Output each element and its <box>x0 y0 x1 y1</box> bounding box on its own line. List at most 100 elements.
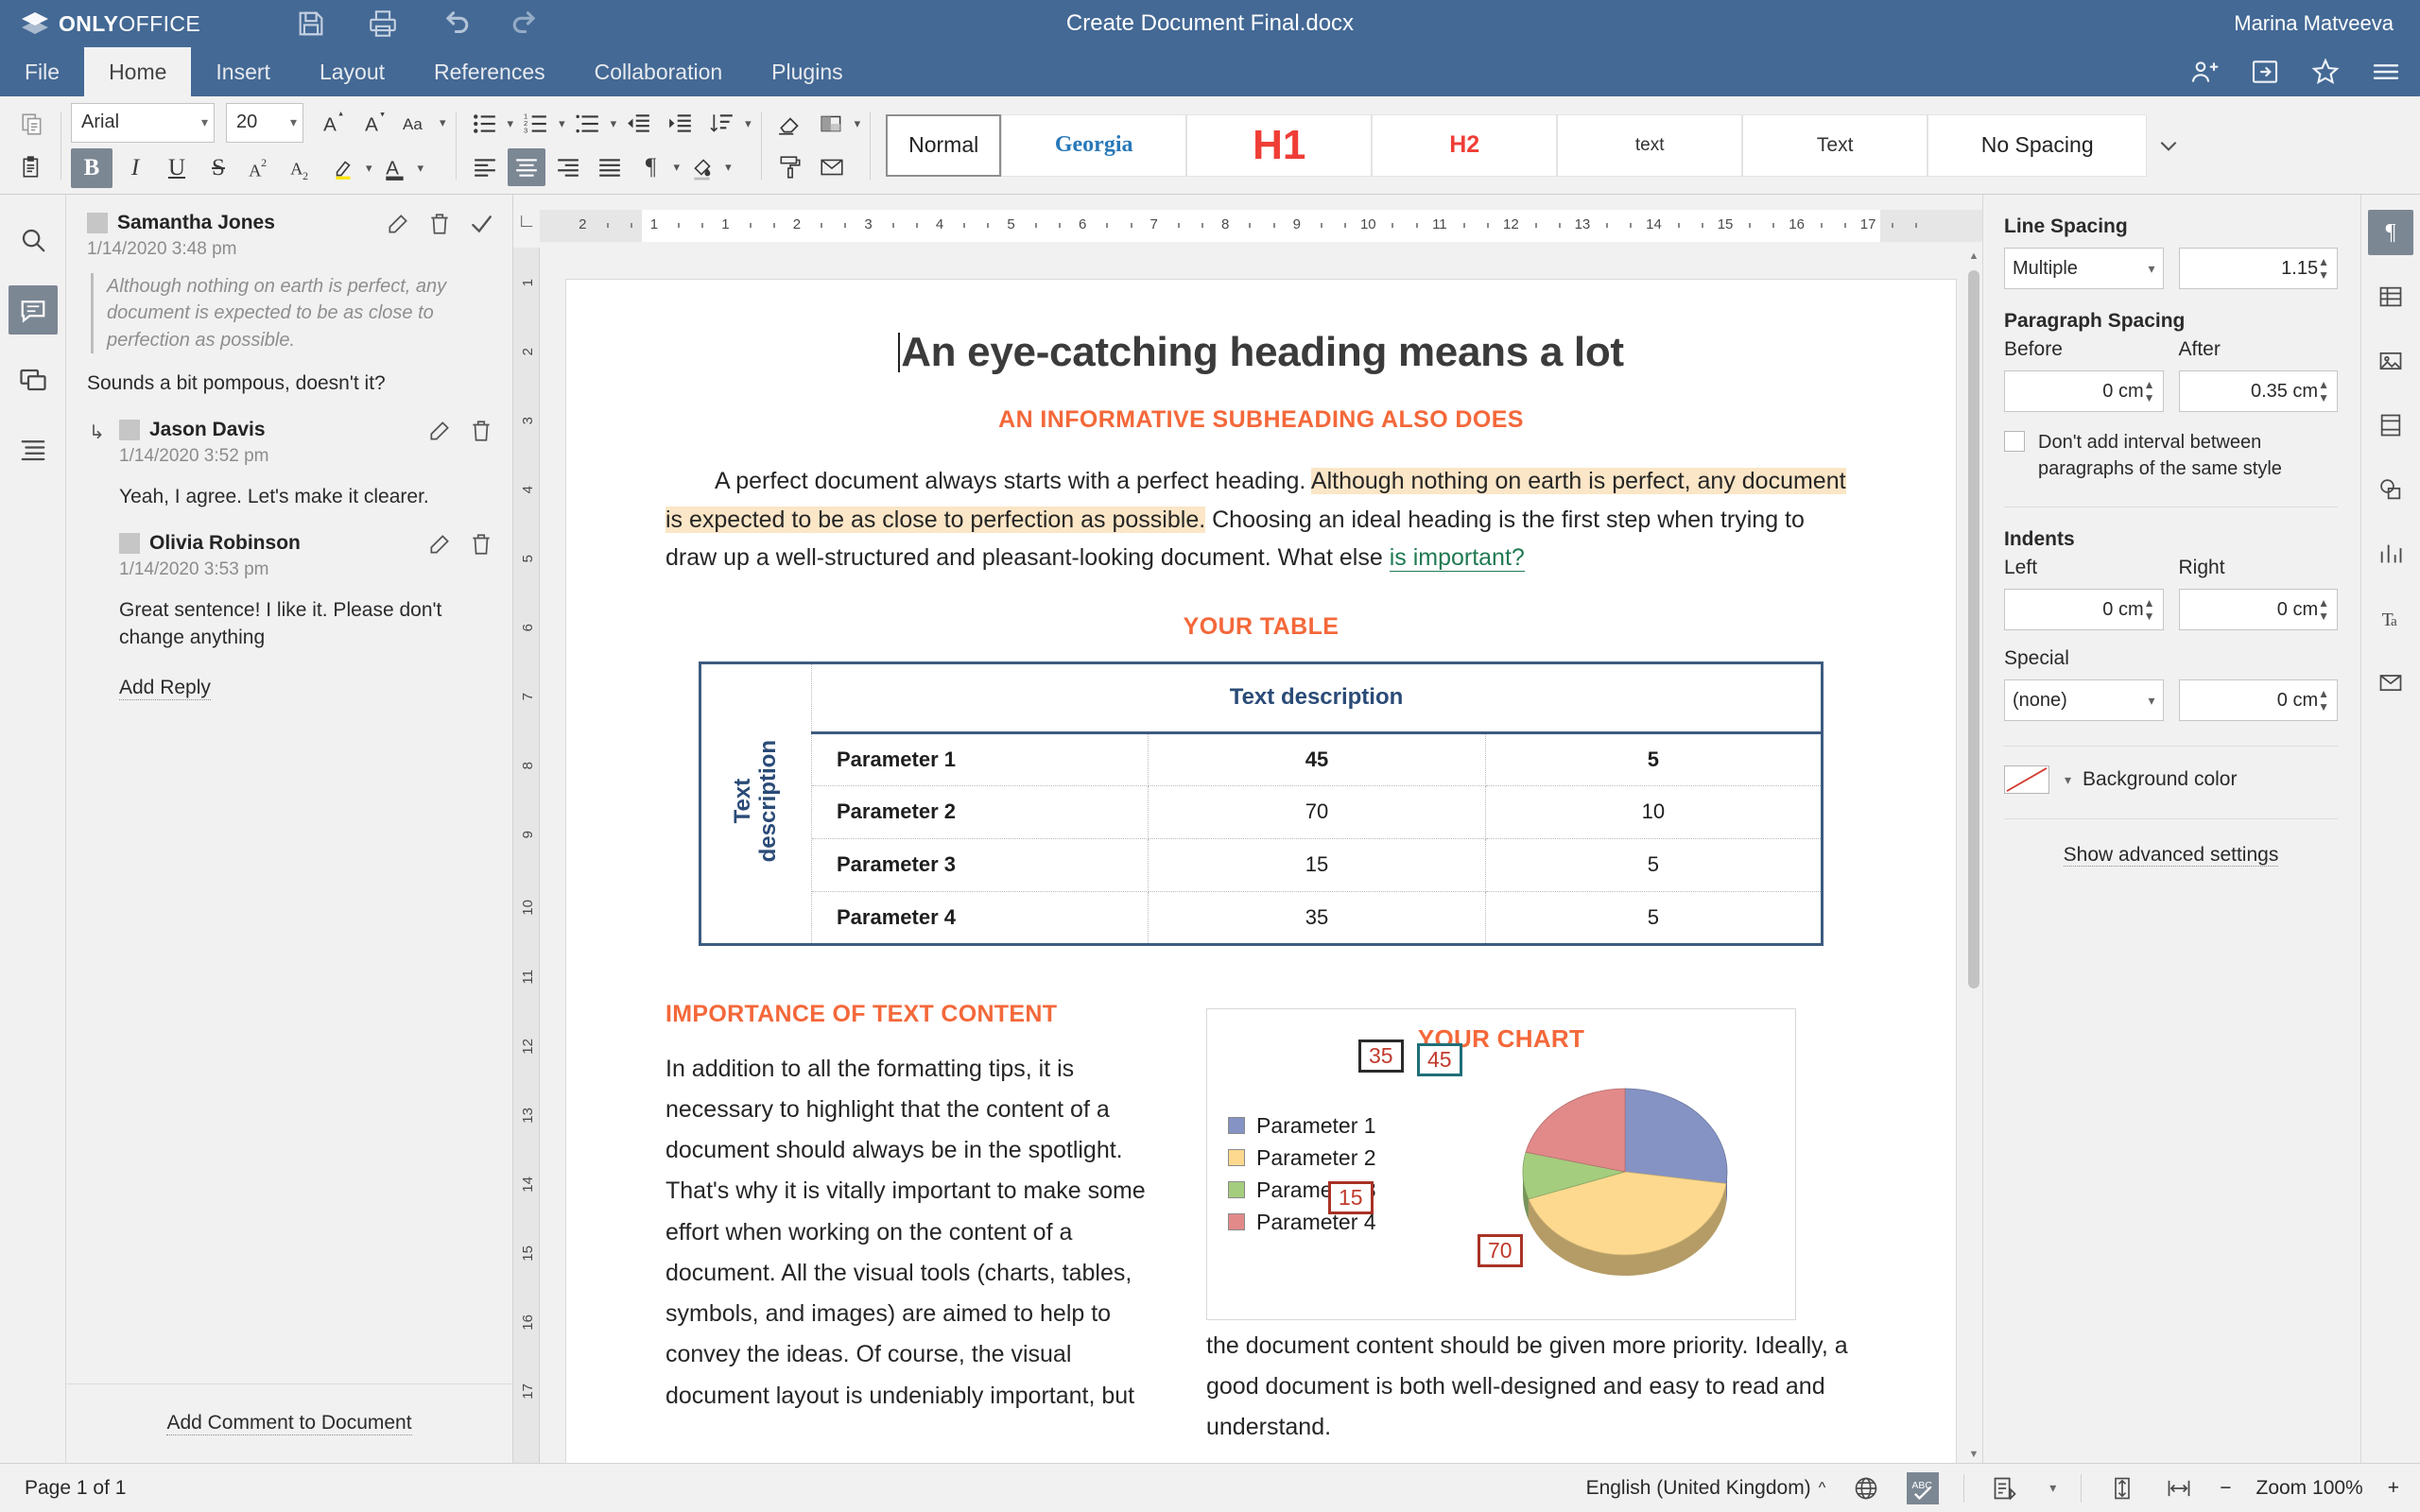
special-indent-select[interactable]: (none) ▾ <box>2004 679 2164 721</box>
increase-indent-button[interactable] <box>662 105 700 143</box>
stepper-icon[interactable]: ▲ ▼ <box>2318 379 2329 404</box>
style-georgia[interactable]: Georgia <box>1001 113 1187 177</box>
delete-icon[interactable] <box>469 532 493 557</box>
scroll-up-arrow-icon[interactable]: ▲ <box>1965 248 1982 265</box>
style-no-spacing[interactable]: No Spacing <box>1927 113 2148 177</box>
text-art-settings-icon[interactable]: T a <box>2368 595 2413 641</box>
line-spacing-value-input[interactable]: 1.15 ▲ ▼ <box>2178 248 2338 289</box>
tab-home[interactable]: Home <box>84 47 192 96</box>
spacing-before-input[interactable]: 0 cm ▲ ▼ <box>2004 370 2164 412</box>
underline-button[interactable]: U <box>158 149 196 187</box>
change-case-button[interactable]: Aa <box>398 104 436 142</box>
chevron-down-icon[interactable]: ▾ <box>725 160 732 175</box>
horizontal-ruler[interactable]: ∟ 2 1 1 2 3 4 5 6 7 8 9 10 11 12 13 14 15 16 17 <box>513 195 1982 248</box>
bold-button[interactable]: B <box>71 147 112 188</box>
sidebar-item-chat[interactable] <box>9 355 58 404</box>
show-advanced-settings-link[interactable]: Show advanced settings <box>2063 844 2279 867</box>
share-user-icon[interactable] <box>2189 57 2220 87</box>
chevron-down-icon[interactable]: ▾ <box>508 116 514 131</box>
chevron-down-icon[interactable]: ▾ <box>855 116 861 131</box>
fit-width-icon[interactable] <box>2163 1472 2195 1504</box>
edit-icon[interactable] <box>427 532 452 557</box>
stepper-icon[interactable]: ▲ ▼ <box>2144 597 2155 622</box>
stepper-icon[interactable]: ▲ ▼ <box>2318 688 2329 713</box>
italic-button[interactable]: I <box>116 149 154 187</box>
tab-collaboration[interactable]: Collaboration <box>570 47 748 96</box>
tab-insert[interactable]: Insert <box>191 47 295 96</box>
chevron-down-icon[interactable]: ▾ <box>745 116 752 131</box>
sort-button[interactable] <box>703 105 741 143</box>
bullets-button[interactable] <box>466 105 504 143</box>
scrollbar-thumb[interactable] <box>1968 270 1979 988</box>
format-painter-button[interactable] <box>771 148 809 186</box>
strikethrough-button[interactable]: S <box>199 149 237 187</box>
decrease-font-size-button[interactable]: A <box>356 104 394 142</box>
undo-icon[interactable] <box>439 8 471 40</box>
font-color-button[interactable]: A <box>376 149 414 187</box>
superscript-button[interactable]: A2 <box>241 149 279 187</box>
font-name-select[interactable]: Arial ▾ <box>71 102 215 143</box>
sidebar-item-search[interactable] <box>9 215 58 265</box>
chevron-down-icon[interactable]: ▾ <box>559 116 565 131</box>
edit-icon[interactable] <box>386 212 410 236</box>
language-globe-icon[interactable] <box>1850 1472 1882 1504</box>
paragraph-settings-icon[interactable]: ¶ <box>2368 210 2413 255</box>
chart-settings-icon[interactable] <box>2368 531 2413 576</box>
resolve-icon[interactable] <box>469 212 493 236</box>
multilevel-list-button[interactable] <box>569 105 607 143</box>
stepper-icon[interactable]: ▲ ▼ <box>2144 379 2155 404</box>
line-spacing-mode-select[interactable]: Multiple ▾ <box>2004 248 2164 289</box>
style-heading1[interactable]: H1 <box>1186 113 1373 177</box>
hamburger-menu-icon[interactable] <box>2371 57 2401 87</box>
table-settings-icon[interactable] <box>2368 274 2413 319</box>
print-icon[interactable] <box>367 8 399 40</box>
redo-icon[interactable] <box>510 8 543 40</box>
fit-page-icon[interactable] <box>2106 1472 2138 1504</box>
tab-references[interactable]: References <box>409 47 570 96</box>
background-color-swatch[interactable] <box>2004 765 2049 794</box>
comment-reply[interactable]: Olivia Robinson 1/14/2020 3:53 pm Great … <box>119 532 493 652</box>
scroll-down-arrow-icon[interactable]: ▼ <box>1965 1446 1982 1463</box>
document-page[interactable]: An eye-catching heading means a lot AN I… <box>566 280 1956 1463</box>
spacing-after-input[interactable]: 0.35 cm ▲ ▼ <box>2178 370 2338 412</box>
align-justify-button[interactable] <box>591 148 629 186</box>
comment-thread[interactable]: Samantha Jones 1/14/2020 3:48 pm Althoug… <box>87 212 493 701</box>
nonprinting-chars-button[interactable]: ¶ <box>632 148 670 186</box>
spellcheck-icon[interactable]: ABC <box>1907 1471 1940 1504</box>
pie-chart[interactable]: YOUR CHART Parameter 1 Parameter 2 Param… <box>1206 1007 1796 1320</box>
stepper-icon[interactable]: ▲ ▼ <box>2318 597 2329 622</box>
increase-font-size-button[interactable]: A <box>315 104 353 142</box>
style-heading2[interactable]: H2 <box>1372 113 1558 177</box>
zoom-level[interactable]: Zoom 100% <box>2256 1477 2363 1500</box>
chevron-down-icon[interactable]: ▾ <box>418 161 424 176</box>
paste-button[interactable] <box>13 148 51 186</box>
align-right-button[interactable] <box>549 148 587 186</box>
delete-icon[interactable] <box>469 419 493 443</box>
special-amount-input[interactable]: 0 cm ▲ ▼ <box>2178 679 2338 721</box>
mail-merge-settings-icon[interactable] <box>2368 660 2413 705</box>
indent-left-input[interactable]: 0 cm ▲ ▼ <box>2004 589 2164 630</box>
vertical-ruler[interactable]: 1 2 3 4 5 6 7 8 9 10 11 12 13 14 15 16 17 <box>513 248 540 1463</box>
style-text[interactable]: Text <box>1742 113 1928 177</box>
zoom-out-button[interactable]: − <box>2220 1477 2231 1500</box>
app-logo[interactable]: ONLYOFFICE <box>21 11 200 37</box>
track-changes-icon[interactable] <box>1989 1472 2021 1504</box>
tab-stop-icon[interactable]: ∟ <box>513 195 540 248</box>
zoom-in-button[interactable]: + <box>2388 1477 2399 1500</box>
comment-reply[interactable]: ↳ Jason Davis 1/14/2020 3:52 pm Yeah, I … <box>89 419 493 511</box>
stepper-icon[interactable]: ▲ ▼ <box>2318 256 2329 281</box>
language-selector[interactable]: English (United Kingdom) ^ <box>1586 1477 1826 1500</box>
header-footer-settings-icon[interactable] <box>2368 403 2413 448</box>
chevron-down-icon[interactable]: ▾ <box>611 116 617 131</box>
sidebar-item-comments[interactable] <box>8 285 58 335</box>
open-location-icon[interactable] <box>2250 57 2280 87</box>
no-interval-checkbox[interactable] <box>2004 431 2025 452</box>
add-reply-button[interactable]: Add Reply <box>119 677 211 701</box>
decrease-indent-button[interactable] <box>620 105 658 143</box>
save-icon[interactable] <box>295 8 327 40</box>
copy-style-button[interactable] <box>13 105 51 143</box>
user-name[interactable]: Marina Matveeva <box>2234 11 2394 36</box>
chevron-down-icon[interactable]: ▾ <box>440 115 446 130</box>
columns-button[interactable] <box>813 105 851 143</box>
document-scrollbar[interactable]: ▲ ▼ <box>1965 248 1982 1463</box>
